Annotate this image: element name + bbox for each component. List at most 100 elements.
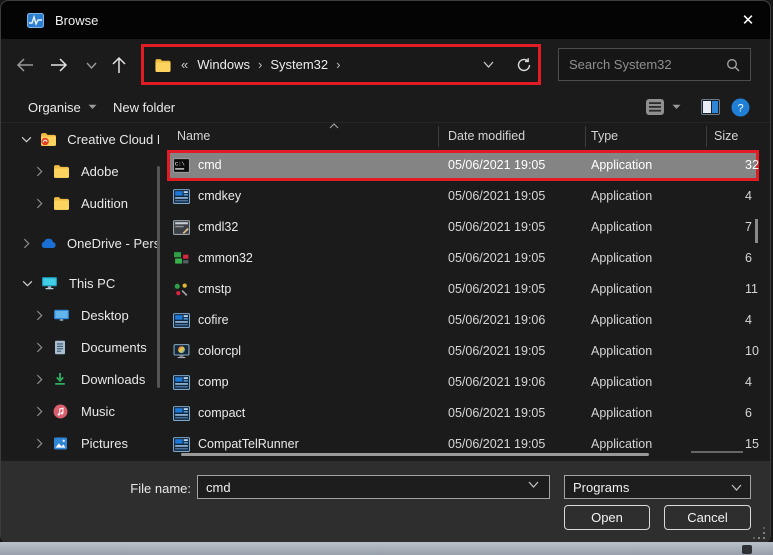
sidebar-item-creative-cloud-f[interactable]: Creative Cloud F (9, 123, 159, 155)
chevron-down-icon[interactable] (21, 136, 32, 143)
breadcrumb-separator[interactable]: › (258, 57, 262, 72)
chevron-right-icon[interactable] (21, 238, 32, 249)
horizontal-scrollbar[interactable] (181, 453, 649, 456)
sidebar-item-documents[interactable]: Documents (9, 331, 159, 363)
title-bar: Browse ✕ (1, 1, 770, 39)
sidebar-item-this-pc[interactable]: This PC (9, 267, 159, 299)
breadcrumb-system32[interactable]: System32 (270, 57, 328, 72)
folder-icon (53, 163, 71, 179)
chevron-right-icon[interactable] (33, 198, 45, 209)
sort-ascending-icon[interactable] (329, 123, 339, 129)
app-file-icon (173, 189, 190, 204)
desktop-icon (53, 307, 71, 323)
file-row-cmdkey[interactable]: cmdkey 05/06/2021 19:05 Application 4 (167, 181, 770, 212)
search-icon[interactable] (726, 58, 740, 72)
sidebar-item-label: Audition (81, 195, 128, 211)
resize-grip[interactable] (753, 527, 765, 539)
file-name: cmstp (198, 282, 232, 296)
svg-text:C:\: C:\ (175, 161, 185, 168)
column-header-date[interactable]: Date modified (448, 129, 525, 143)
file-date-modified: 05/06/2021 19:05 (448, 344, 546, 358)
file-size: 6 (745, 251, 752, 265)
chevron-right-icon[interactable] (33, 406, 45, 417)
column-headers: Name Date modified Type Size (167, 123, 770, 150)
file-type-chevron-icon (731, 484, 742, 491)
file-row-cmmon32[interactable]: cmmon32 05/06/2021 19:05 Application 6 (167, 243, 770, 274)
sidebar-item-label: Music (81, 403, 115, 419)
recent-locations-chevron-icon[interactable] (77, 51, 105, 79)
close-icon[interactable]: ✕ (734, 7, 762, 33)
file-row-cofire[interactable]: cofire 05/06/2021 19:06 Application 4 (167, 305, 770, 336)
file-name: cmdl32 (198, 220, 239, 234)
column-header-type[interactable]: Type (591, 129, 618, 143)
file-row-cmdl32[interactable]: cmdl32 05/06/2021 19:05 Application 7 (167, 212, 770, 243)
view-options-caret-icon[interactable] (672, 91, 681, 123)
sidebar-item-label: OneDrive - Perso (67, 235, 159, 251)
breadcrumb-separator[interactable]: › (336, 57, 340, 72)
file-date-modified: 05/06/2021 19:05 (448, 437, 546, 451)
file-date-modified: 05/06/2021 19:06 (448, 375, 546, 389)
file-row-compact[interactable]: compact 05/06/2021 19:05 Application 6 (167, 398, 770, 429)
back-icon[interactable] (11, 51, 39, 79)
breadcrumb-overflow[interactable]: « (181, 57, 189, 72)
file-type: Application (591, 158, 653, 172)
address-bar[interactable]: « Windows › System32 › (141, 44, 541, 85)
chevron-right-icon[interactable] (33, 342, 45, 353)
dialog-footer: File name: Programs Open Cancel (1, 461, 770, 542)
sidebar-scrollbar[interactable] (157, 166, 160, 388)
file-type-value: Programs (573, 479, 630, 495)
file-row-cmstp[interactable]: cmstp 05/06/2021 19:05 Application 11 (167, 274, 770, 305)
file-row-cmd[interactable]: C:\ cmd 05/06/2021 19:05 Application 32 (167, 150, 759, 181)
sidebar-item-desktop[interactable]: Desktop (9, 299, 159, 331)
navigation-pane: Creative Cloud F Adobe Audition OneDrive - … (9, 123, 159, 461)
refresh-icon[interactable] (516, 57, 532, 73)
sidebar-item-pictures[interactable]: Pictures (9, 427, 159, 459)
address-dropdown-chevron-icon[interactable] (483, 61, 494, 68)
sidebar-item-audition[interactable]: Audition (9, 187, 159, 219)
browse-dialog: Browse ✕ « Windows › System32 › Search S… (0, 0, 771, 543)
breadcrumb-windows[interactable]: Windows (197, 57, 250, 72)
file-date-modified: 05/06/2021 19:05 (448, 158, 546, 172)
file-type-select[interactable]: Programs (564, 475, 751, 499)
column-header-size[interactable]: Size (714, 129, 738, 143)
column-header-name[interactable]: Name (177, 129, 210, 143)
chevron-down-icon[interactable] (21, 280, 33, 287)
file-row-comp[interactable]: comp 05/06/2021 19:06 Application 4 (167, 367, 770, 398)
sidebar-item-downloads[interactable]: Downloads (9, 363, 159, 395)
file-size: 6 (745, 406, 752, 420)
chevron-right-icon[interactable] (33, 374, 45, 385)
sidebar-item-music[interactable]: Music (9, 395, 159, 427)
organise-button[interactable]: Organise (28, 91, 97, 123)
sidebar-item-label: Creative Cloud F (67, 131, 159, 147)
cancel-button[interactable]: Cancel (664, 505, 751, 530)
help-icon[interactable]: ? (731, 91, 750, 123)
file-size: 4 (745, 189, 752, 203)
sidebar-item-label: Pictures (81, 435, 128, 451)
up-icon[interactable] (105, 51, 133, 79)
new-folder-button[interactable]: New folder (113, 91, 175, 123)
chevron-right-icon[interactable] (33, 166, 45, 177)
details-view-icon[interactable] (645, 91, 665, 123)
file-date-modified: 05/06/2021 19:05 (448, 251, 546, 265)
app-file-icon (173, 437, 190, 452)
music-icon (53, 403, 71, 419)
cmstp-file-icon (173, 282, 190, 297)
horizontal-scrollbar-fragment[interactable] (691, 451, 743, 453)
file-row-colorcpl[interactable]: colorcpl 05/06/2021 19:05 Application 10 (167, 336, 770, 367)
file-date-modified: 05/06/2021 19:05 (448, 189, 546, 203)
search-input[interactable]: Search System32 (558, 48, 751, 81)
sidebar-item-adobe[interactable]: Adobe (9, 155, 159, 187)
file-size: 7 (745, 220, 752, 234)
sidebar-item-onedrive-perso[interactable]: OneDrive - Perso (9, 227, 159, 259)
chevron-right-icon[interactable] (33, 438, 45, 449)
file-name: compact (198, 406, 246, 420)
forward-icon[interactable] (45, 51, 73, 79)
file-name: CompatTelRunner (198, 437, 299, 451)
file-size: 15 (745, 437, 759, 451)
onedrive-icon (40, 235, 57, 251)
vertical-scrollbar[interactable] (755, 219, 758, 243)
preview-pane-icon[interactable] (701, 91, 720, 123)
open-button[interactable]: Open (564, 505, 650, 530)
chevron-right-icon[interactable] (33, 310, 45, 321)
file-name-input[interactable] (197, 475, 550, 499)
